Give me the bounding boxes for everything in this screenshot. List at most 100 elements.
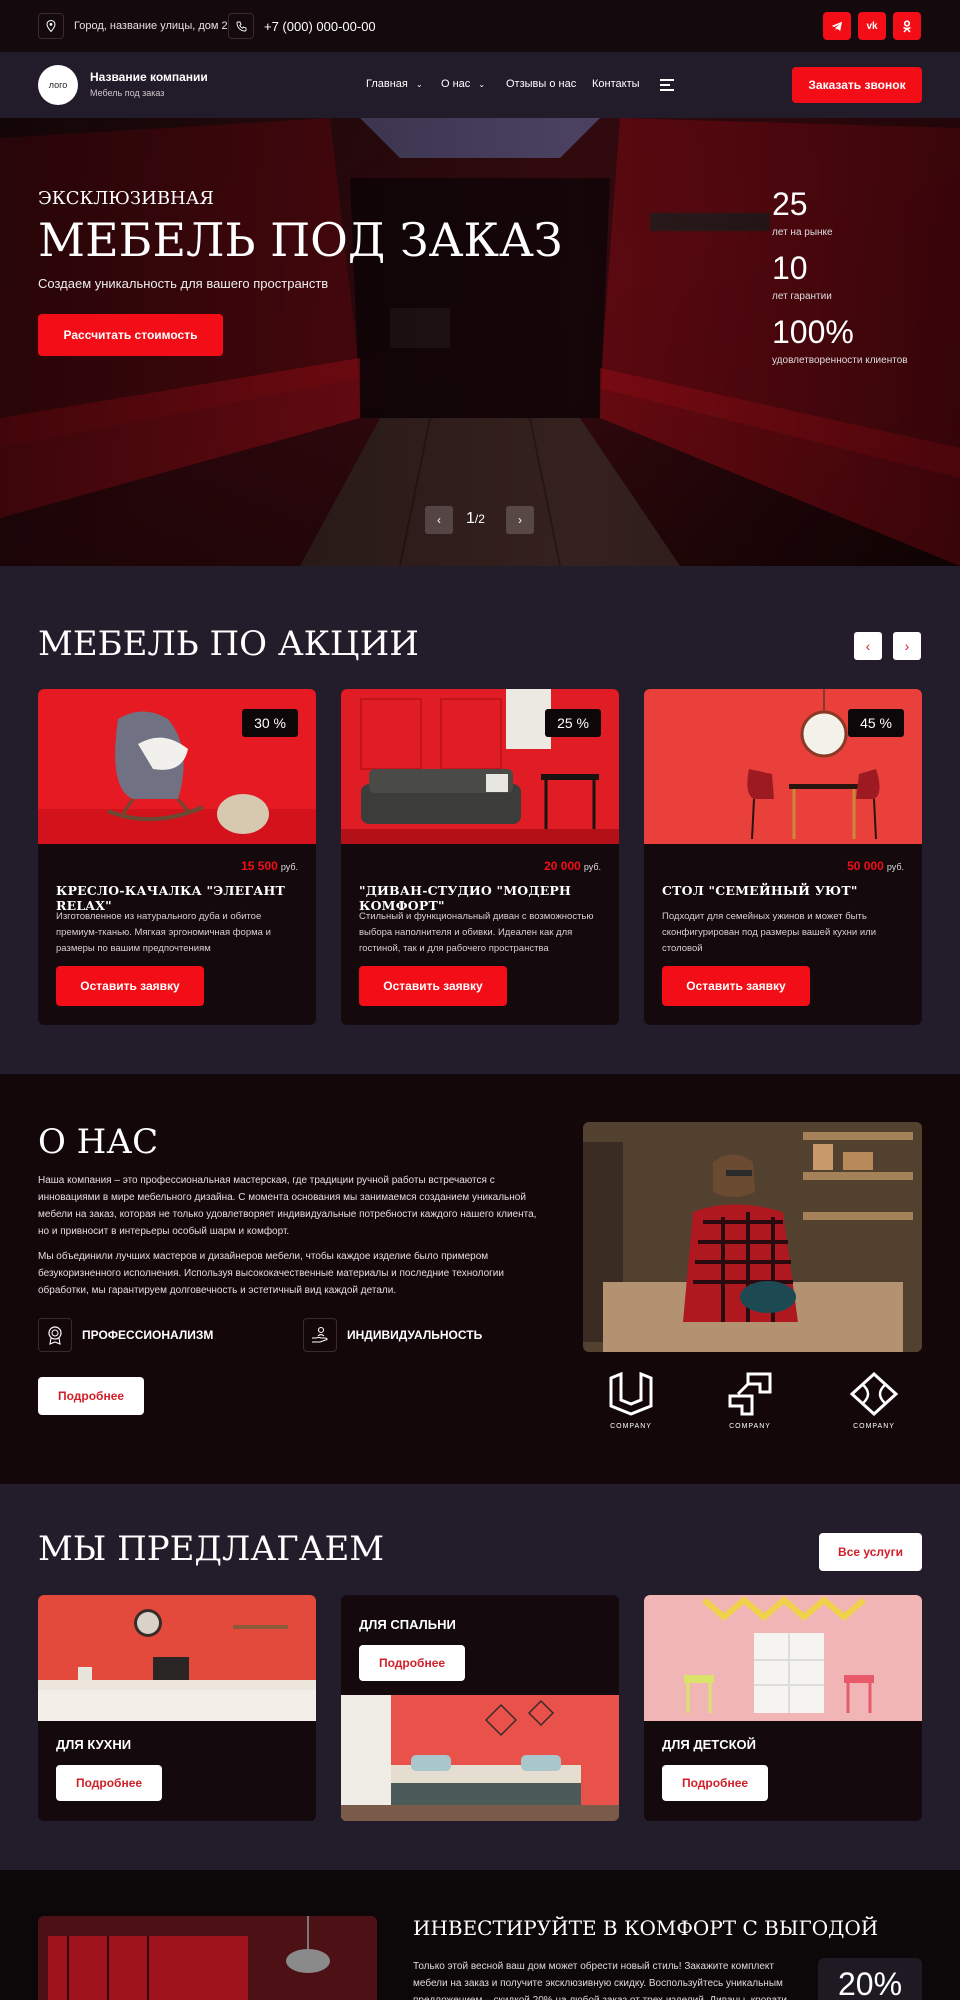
hero-slider: ЭКСКЛЮЗИВНАЯ МЕБЕЛЬ ПОД ЗАКАЗ Создаем ун… bbox=[0, 118, 960, 566]
address-block: Город, название улицы, дом 2 bbox=[38, 13, 228, 39]
company-tagline: Мебель под заказ bbox=[90, 88, 165, 98]
phone-icon bbox=[228, 13, 254, 39]
service-card-kitchen: ДЛЯ КУХНИ Подробнее bbox=[38, 1595, 316, 1821]
main-navigation: лого Название компании Мебель под заказ … bbox=[0, 52, 960, 118]
partner-hexagon-logo-icon bbox=[609, 1371, 653, 1416]
currency: руб. bbox=[583, 862, 601, 872]
carousel-prev-button[interactable]: ‹ bbox=[854, 632, 882, 660]
slider-prev-button[interactable]: ‹ bbox=[425, 506, 453, 534]
award-medal-icon bbox=[38, 1318, 72, 1352]
partner-diamond-logo-icon bbox=[849, 1371, 899, 1417]
order-call-button[interactable]: Заказать звонок bbox=[792, 67, 922, 103]
slider-current: 1 bbox=[466, 510, 475, 527]
kids-room-image bbox=[644, 1595, 922, 1721]
phone-number[interactable]: +7 (000) 000-00-00 bbox=[264, 19, 376, 34]
feature-individuality: ИНДИВИДУАЛЬНОСТЬ bbox=[303, 1318, 482, 1352]
calculate-cost-button[interactable]: Рассчитать стоимость bbox=[38, 314, 223, 356]
leave-request-button[interactable]: Оставить заявку bbox=[662, 966, 810, 1006]
menu-item-contacts[interactable]: Контакты bbox=[592, 78, 640, 90]
invest-promo-section: ИНВЕСТИРУЙТЕ В КОМФОРТ С ВЫГОДОЙ Только … bbox=[0, 1870, 960, 2000]
menu-item-label: Отзывы о нас bbox=[506, 78, 577, 90]
company-name: Название компании bbox=[90, 70, 208, 84]
feature-professionalism: ПРОФЕССИОНАЛИЗМ bbox=[38, 1318, 213, 1352]
partner-logo: COMPANY bbox=[596, 1371, 666, 1430]
partner-squares-logo-icon bbox=[728, 1372, 772, 1416]
location-pin-icon bbox=[38, 13, 64, 39]
service-card-bedroom: ДЛЯ СПАЛЬНИ Подробнее bbox=[341, 1595, 619, 1821]
about-paragraph: Наша компания – это профессиональная мас… bbox=[38, 1175, 537, 1237]
service-label: ДЛЯ СПАЛЬНИ bbox=[359, 1617, 456, 1632]
invest-discount-badge: 20% bbox=[818, 1958, 922, 2000]
product-description: Подходит для семейных ужинов и может быт… bbox=[662, 911, 877, 954]
section-title: МЕБЕЛЬ ПО АКЦИИ bbox=[38, 624, 419, 664]
service-more-button[interactable]: Подробнее bbox=[56, 1765, 162, 1801]
service-more-button[interactable]: Подробнее bbox=[662, 1765, 768, 1801]
price: 20 000 руб. bbox=[544, 859, 601, 873]
slider-counter: 1/2 bbox=[466, 510, 485, 528]
hand-person-icon bbox=[303, 1318, 337, 1352]
product-description: Стильный и функциональный диван с возмож… bbox=[359, 911, 594, 954]
leave-request-button[interactable]: Оставить заявку bbox=[56, 966, 204, 1006]
promo-section: МЕБЕЛЬ ПО АКЦИИ ‹ › 30 % 15 500 руб. КРЕС… bbox=[0, 566, 960, 1074]
currency: руб. bbox=[280, 862, 298, 872]
phone-block[interactable]: +7 (000) 000-00-00 bbox=[228, 13, 376, 39]
product-card: 30 % 15 500 руб. КРЕСЛО-КАЧАЛКА "ЭЛЕГАНТ … bbox=[38, 689, 316, 1025]
menu-item-home[interactable]: Главная ⌄ bbox=[366, 78, 423, 90]
stat-label: удовлетворенности клиентов bbox=[772, 355, 908, 366]
all-services-button[interactable]: Все услуги bbox=[819, 1533, 922, 1571]
service-more-button[interactable]: Подробнее bbox=[359, 1645, 465, 1681]
hero-subtitle: Создаем уникальность для вашего простран… bbox=[38, 276, 329, 291]
menu-item-about[interactable]: О нас ⌄ bbox=[441, 78, 485, 90]
service-card-kids: ДЛЯ ДЕТСКОЙ Подробнее bbox=[644, 1595, 922, 1821]
partner-name: COMPANY bbox=[610, 1423, 652, 1430]
stat-label: лет на рынке bbox=[772, 227, 833, 238]
carousel-next-button[interactable]: › bbox=[893, 632, 921, 660]
craftsman-photo bbox=[583, 1122, 922, 1352]
menu-item-label: О нас bbox=[441, 78, 471, 90]
telegram-icon[interactable] bbox=[823, 12, 851, 40]
price-value: 15 500 bbox=[241, 859, 278, 873]
discount-badge: 25 % bbox=[545, 709, 601, 737]
product-description: Изготовленное из натурального дуба и оби… bbox=[56, 911, 271, 954]
kitchen-image bbox=[38, 1595, 316, 1721]
company-logo[interactable]: лого bbox=[38, 65, 78, 105]
invest-promo-image bbox=[38, 1916, 377, 2000]
ok-icon[interactable] bbox=[893, 12, 921, 40]
partner-name: COMPANY bbox=[853, 1423, 895, 1430]
partner-logo: COMPANY bbox=[715, 1372, 785, 1430]
product-card: 25 % 20 000 руб. "ДИВАН-СТУДИО "МОДЕРН КО… bbox=[341, 689, 619, 1025]
stat-value: 100% bbox=[772, 314, 854, 350]
slider-total: /2 bbox=[474, 512, 485, 526]
leave-request-button[interactable]: Оставить заявку bbox=[359, 966, 507, 1006]
price: 15 500 руб. bbox=[241, 859, 298, 873]
hamburger-menu-icon[interactable] bbox=[660, 79, 674, 94]
hero-title: МЕБЕЛЬ ПОД ЗАКАЗ bbox=[38, 213, 563, 267]
product-card: 45 % 50 000 руб. СТОЛ "СЕМЕЙНЫЙ УЮТ" Подх… bbox=[644, 689, 922, 1025]
bedroom-image bbox=[341, 1695, 619, 1821]
partner-name: COMPANY bbox=[729, 1423, 771, 1430]
chevron-down-icon: ⌄ bbox=[415, 80, 423, 89]
discount-badge: 30 % bbox=[242, 709, 298, 737]
address-text: Город, название улицы, дом 2 bbox=[74, 20, 228, 32]
currency: руб. bbox=[886, 862, 904, 872]
invest-text: Только этой весной ваш дом может обрести… bbox=[413, 1961, 790, 2000]
invest-title: ИНВЕСТИРУЙТЕ В КОМФОРТ С ВЫГОДОЙ bbox=[413, 1916, 879, 1940]
top-bar: Город, название улицы, дом 2 +7 (000) 00… bbox=[0, 0, 960, 52]
about-paragraph: Мы объединили лучших мастеров и дизайнер… bbox=[38, 1251, 504, 1296]
vk-icon[interactable]: vk bbox=[858, 12, 886, 40]
services-section: МЫ ПРЕДЛАГАЕМ Все услуги ДЛЯ КУХНИ Подро… bbox=[0, 1484, 960, 1870]
menu-item-reviews[interactable]: Отзывы о нас bbox=[506, 78, 576, 90]
section-title: МЫ ПРЕДЛАГАЕМ bbox=[38, 1529, 385, 1569]
partner-logo: COMPANY bbox=[839, 1371, 909, 1430]
chevron-down-icon: ⌄ bbox=[478, 80, 486, 89]
hero-kicker: ЭКСКЛЮЗИВНАЯ bbox=[38, 188, 214, 209]
price-value: 50 000 bbox=[847, 859, 884, 873]
price-value: 20 000 bbox=[544, 859, 581, 873]
feature-label: ПРОФЕССИОНАЛИЗМ bbox=[82, 1328, 214, 1342]
stat-value: 10 bbox=[772, 250, 808, 286]
stat-value: 25 bbox=[772, 186, 808, 222]
slider-next-button[interactable]: › bbox=[506, 506, 534, 534]
product-title: СТОЛ "СЕМЕЙНЫЙ УЮТ" bbox=[662, 883, 858, 898]
service-label: ДЛЯ ДЕТСКОЙ bbox=[662, 1737, 756, 1752]
about-more-button[interactable]: Подробнее bbox=[38, 1377, 144, 1415]
